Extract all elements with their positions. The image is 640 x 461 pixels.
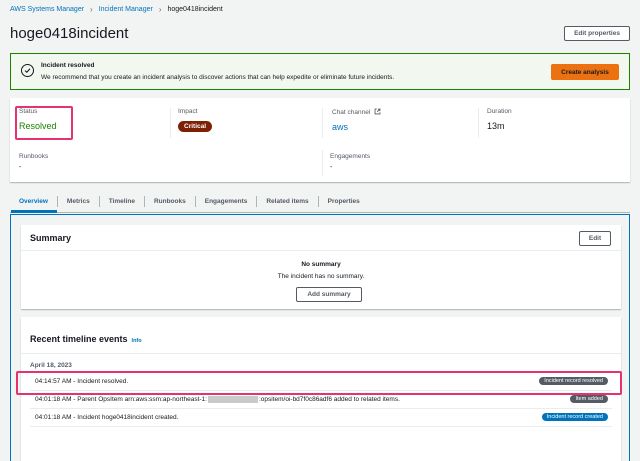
chat-channel-label: Chat channel (332, 108, 381, 116)
info-link[interactable]: Info (132, 338, 142, 344)
runbooks-field: Runbooks - (19, 153, 48, 171)
timeline-date: April 18, 2023 (30, 362, 72, 369)
timeline-event-text: 04:01:18 AM - Incident hoge0418incident … (35, 414, 179, 421)
check-circle-icon (21, 64, 34, 77)
external-link-icon (374, 108, 381, 115)
duration-field: Duration 13m (487, 108, 512, 131)
divider (478, 108, 479, 138)
engagements-label: Engagements (330, 153, 371, 160)
chat-channel-link[interactable]: aws (332, 122, 381, 132)
runbooks-label: Runbooks (19, 153, 49, 160)
divider (322, 108, 323, 138)
timeline-title: Recent timeline events Info (30, 334, 142, 344)
breadcrumb-incident-manager[interactable]: Incident Manager (99, 6, 153, 13)
timeline-event-row: 04:01:18 AM - Incident hoge0418incident … (30, 409, 612, 427)
status-highlight-box (15, 106, 73, 140)
tab-properties[interactable]: Properties (319, 196, 369, 207)
event-badge: Item added (570, 395, 608, 403)
impact-badge: Critical (178, 121, 213, 132)
breadcrumb-current: hoge0418incident (167, 6, 223, 13)
timeline-event-text: 04:01:18 AM - Parent OpsItem arn:aws:ssm… (35, 396, 400, 404)
tab-related-items[interactable]: Related items (257, 196, 319, 207)
flash-message: We recommend that you create an incident… (41, 74, 395, 81)
engagements-value: - (330, 164, 333, 171)
incident-details-panel: Status Resolved Impact Critical Chat cha… (10, 98, 630, 182)
active-tab-indicator (11, 210, 57, 213)
chat-channel-field: Chat channel aws (332, 108, 381, 132)
event-badge: Incident record created (541, 413, 608, 421)
add-summary-button[interactable]: Add summary (296, 287, 362, 302)
tab-metrics[interactable]: Metrics (58, 196, 100, 207)
incident-resolved-flash: Incident resolved We recommend that you … (10, 53, 630, 90)
duration-label: Duration (487, 108, 512, 115)
duration-value: 13m (487, 121, 505, 131)
chevron-right-icon: › (158, 5, 162, 14)
flash-title: Incident resolved (41, 62, 95, 69)
resolved-event-highlight-box (16, 371, 622, 395)
impact-label: Impact (178, 108, 198, 115)
summary-header: Summary Edit (21, 225, 621, 251)
page-title: hoge0418incident (10, 25, 129, 42)
overview-content: Summary Edit No summary The incident has… (10, 214, 630, 461)
empty-summary-title: No summary (301, 261, 341, 268)
tab-engagements[interactable]: Engagements (196, 196, 258, 207)
summary-title: Summary (30, 233, 72, 243)
redacted-account-id (207, 396, 258, 403)
breadcrumb: AWS Systems Manager › Incident Manager ›… (10, 5, 223, 14)
tab-runbooks[interactable]: Runbooks (145, 196, 196, 207)
divider (170, 108, 171, 138)
empty-summary-message: The incident has no summary. (277, 273, 365, 280)
impact-field: Impact Critical (178, 108, 213, 132)
edit-summary-button[interactable]: Edit (579, 231, 611, 246)
engagements-field: Engagements - (330, 153, 370, 171)
create-analysis-button[interactable]: Create analysis (551, 64, 619, 80)
summary-panel: Summary Edit No summary The incident has… (21, 225, 621, 309)
tab-overview[interactable]: Overview (10, 196, 58, 207)
divider (322, 150, 323, 176)
edit-properties-button[interactable]: Edit properties (564, 26, 630, 41)
breadcrumb-systems-manager[interactable]: AWS Systems Manager (10, 6, 84, 13)
chevron-right-icon: › (90, 5, 93, 14)
tab-bar: Overview Metrics Timeline Runbooks Engag… (10, 191, 630, 213)
tab-timeline[interactable]: Timeline (100, 196, 145, 207)
divider (21, 353, 621, 354)
runbooks-value: - (19, 164, 22, 171)
